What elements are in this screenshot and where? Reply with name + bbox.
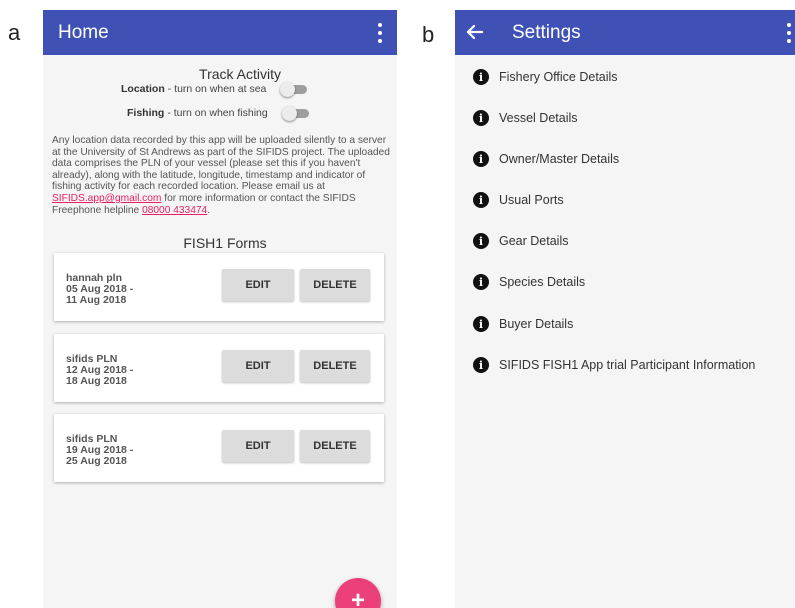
add-form-button[interactable]: + [335,578,381,608]
form-date-to: 11 Aug 2018 [66,294,127,306]
settings-item-label: Fishery Office Details [499,70,618,84]
email-link[interactable]: SIFIDS.app@gmail.com [52,193,161,204]
home-app-bar: Home [43,10,397,55]
form-date-to: 25 Aug 2018 [66,455,127,467]
settings-item-buyer[interactable]: i Buyer Details [473,316,573,332]
form-date-to: 18 Aug 2018 [66,375,127,387]
info-icon: i [473,151,489,167]
fishing-toggle-row: Fishing - turn on when fishing [127,106,309,121]
info-icon: i [473,192,489,208]
fishing-label: Fishing [127,107,165,119]
settings-app-bar: Settings [455,10,795,55]
form-card-text: sifids PLN 19 Aug 2018 - 25 Aug 2018 [66,434,133,467]
form-card-text: sifids PLN 12 Aug 2018 - 18 Aug 2018 [66,354,133,387]
home-title: Home [58,21,109,43]
info-icon: i [473,69,489,85]
settings-item-label: Species Details [499,275,586,289]
fish1-forms-heading: FISH1 Forms [183,235,267,251]
settings-title: Settings [512,22,581,43]
panel-label-a: a [8,20,21,45]
form-card: sifids PLN 19 Aug 2018 - 25 Aug 2018 EDI… [54,414,384,482]
settings-screen: Settings i Fishery Office Details i Vess… [455,10,795,608]
overflow-menu-icon[interactable] [786,23,792,43]
overflow-menu-icon[interactable] [377,23,383,43]
location-toggle-row: Location - turn on when at sea [121,82,308,97]
info-icon: i [473,233,489,249]
info-icon: i [473,316,489,332]
figure: a b Home Track Activity Location - turn … [0,0,795,608]
form-card-text: hannah pln 05 Aug 2018 - 11 Aug 2018 [66,273,133,306]
fishing-switch[interactable] [281,106,309,121]
settings-item-participant-info[interactable]: i SIFIDS FISH1 App trial Participant Inf… [473,357,755,373]
settings-item-label: Buyer Details [499,317,574,331]
form-card: hannah pln 05 Aug 2018 - 11 Aug 2018 EDI… [54,253,384,321]
settings-item-label: Usual Ports [499,193,564,207]
settings-item-label: Owner/Master Details [499,152,620,166]
fishing-description: - turn on when fishing [167,107,268,119]
settings-item-label: SIFIDS FISH1 App trial Participant Infor… [499,358,756,372]
settings-item-gear[interactable]: i Gear Details [473,233,568,249]
settings-item-label: Vessel Details [499,111,578,125]
settings-item-vessel[interactable]: i Vessel Details [473,110,578,126]
delete-button[interactable]: DELETE [300,430,370,462]
back-arrow-icon[interactable] [464,20,486,44]
settings-item-label: Gear Details [499,234,569,248]
edit-button[interactable]: EDIT [222,269,294,301]
settings-item-fishery-office[interactable]: i Fishery Office Details [473,69,618,85]
location-label: Location [121,83,165,95]
track-activity-heading: Track Activity [199,66,281,82]
privacy-info-text: Any location data recorded by this app w… [52,135,390,216]
info-icon: i [473,274,489,290]
edit-button[interactable]: EDIT [222,350,294,382]
settings-item-usual-ports[interactable]: i Usual Ports [473,192,564,208]
helpline-link[interactable]: 08000 433474 [142,205,207,216]
home-screen: Home Track Activity Location - turn on w… [43,10,397,608]
edit-button[interactable]: EDIT [222,430,294,462]
delete-button[interactable]: DELETE [300,269,370,301]
panel-label-b: b [422,22,435,47]
form-card: sifids PLN 12 Aug 2018 - 18 Aug 2018 EDI… [54,334,384,402]
location-description: - turn on when at sea [167,83,267,95]
delete-button[interactable]: DELETE [300,350,370,382]
location-switch[interactable] [280,82,308,97]
settings-item-species[interactable]: i Species Details [473,274,585,290]
settings-item-owner-master[interactable]: i Owner/Master Details [473,151,619,167]
info-icon: i [473,110,489,126]
info-icon: i [473,357,489,373]
